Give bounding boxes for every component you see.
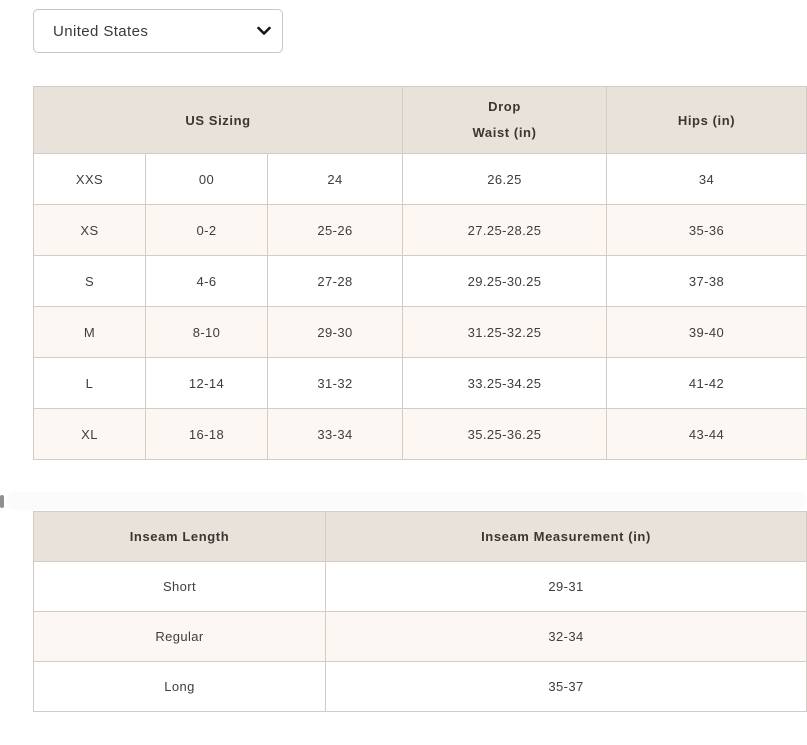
size-cell: M (34, 307, 146, 358)
table-row: Short 29-31 (34, 562, 807, 612)
size-cell: XXS (34, 154, 146, 205)
table-row: Long 35-37 (34, 662, 807, 712)
drop-waist-header: Drop Waist (in) (403, 87, 607, 154)
table-row: XXS 00 24 26.25 34 (34, 154, 807, 205)
size-cell: XL (34, 409, 146, 460)
size-cell: XS (34, 205, 146, 256)
country-select-wrapper: United States (33, 9, 283, 53)
table-cell: 31-32 (268, 358, 403, 409)
table-row: M 8-10 29-30 31.25-32.25 39-40 (34, 307, 807, 358)
table-cell: 29-30 (268, 307, 403, 358)
table-cell: 16-18 (146, 409, 268, 460)
table-cell: 25-26 (268, 205, 403, 256)
us-sizing-table: US Sizing Drop Waist (in) Hips (in) XXS … (33, 86, 807, 460)
table-row: L 12-14 31-32 33.25-34.25 41-42 (34, 358, 807, 409)
table-cell: 8-10 (146, 307, 268, 358)
sizing-table-header-row: US Sizing Drop Waist (in) Hips (in) (34, 87, 807, 154)
table-cell: 29.25-30.25 (403, 256, 607, 307)
table-cell: 26.25 (403, 154, 607, 205)
table-cell: 0-2 (146, 205, 268, 256)
hips-header: Hips (in) (607, 87, 807, 154)
table-cell: 27.25-28.25 (403, 205, 607, 256)
table-cell: 24 (268, 154, 403, 205)
table-cell: 39-40 (607, 307, 807, 358)
country-select[interactable]: United States (33, 9, 283, 53)
horizontal-scrollbar-thumb[interactable] (0, 495, 4, 508)
table-cell: 27-28 (268, 256, 403, 307)
table-cell: 41-42 (607, 358, 807, 409)
inseam-length-cell: Short (34, 562, 326, 612)
size-cell: L (34, 358, 146, 409)
table-cell: 34 (607, 154, 807, 205)
table-cell: 12-14 (146, 358, 268, 409)
table-row: XS 0-2 25-26 27.25-28.25 35-36 (34, 205, 807, 256)
inseam-measurement-header: Inseam Measurement (in) (326, 512, 807, 562)
horizontal-scrollbar-track[interactable] (6, 492, 807, 510)
size-cell: S (34, 256, 146, 307)
inseam-length-cell: Long (34, 662, 326, 712)
inseam-table: Inseam Length Inseam Measurement (in) Sh… (33, 511, 807, 712)
table-row: S 4-6 27-28 29.25-30.25 37-38 (34, 256, 807, 307)
table-cell: 43-44 (607, 409, 807, 460)
table-cell: 33.25-34.25 (403, 358, 607, 409)
us-sizing-header: US Sizing (34, 87, 403, 154)
table-cell: 35.25-36.25 (403, 409, 607, 460)
table-cell: 29-31 (326, 562, 807, 612)
table-cell: 35-37 (326, 662, 807, 712)
table-row: Regular 32-34 (34, 612, 807, 662)
table-cell: 35-36 (607, 205, 807, 256)
table-cell: 00 (146, 154, 268, 205)
inseam-length-header: Inseam Length (34, 512, 326, 562)
inseam-length-cell: Regular (34, 612, 326, 662)
table-cell: 4-6 (146, 256, 268, 307)
table-cell: 32-34 (326, 612, 807, 662)
table-cell: 33-34 (268, 409, 403, 460)
inseam-table-header-row: Inseam Length Inseam Measurement (in) (34, 512, 807, 562)
table-row: XL 16-18 33-34 35.25-36.25 43-44 (34, 409, 807, 460)
table-cell: 31.25-32.25 (403, 307, 607, 358)
table-cell: 37-38 (607, 256, 807, 307)
size-guide-page: United States US Sizing Drop Waist (in) … (0, 0, 807, 745)
